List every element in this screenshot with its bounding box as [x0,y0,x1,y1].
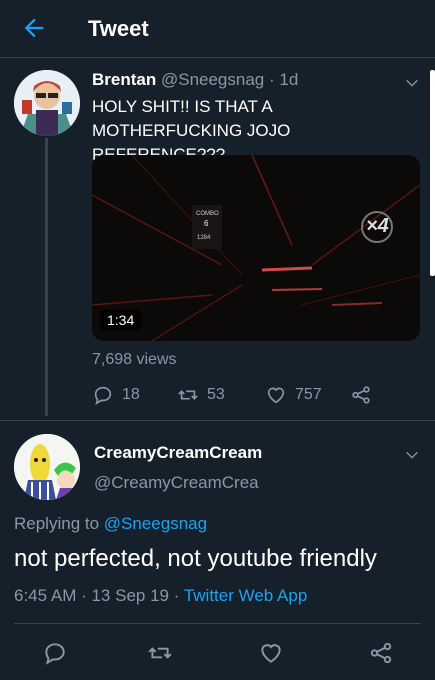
retweet-button[interactable]: 53 [177,384,225,406]
mention-link[interactable]: @Sneegsnag [104,514,207,533]
author-name[interactable]: CreamyCreamCream [94,443,262,463]
heart-icon[interactable] [258,640,284,666]
avatar[interactable] [14,70,80,136]
author-handle[interactable]: @Sneegsnag [161,70,264,89]
share-button[interactable] [350,384,372,406]
author-handle[interactable]: @CreamyCreamCrea [94,473,259,493]
like-button[interactable]: 757 [265,384,322,406]
replying-prefix: Replying to [14,514,100,533]
chevron-down-icon[interactable] [404,75,420,91]
retweet-icon[interactable] [147,640,173,666]
reply-count: 18 [122,386,140,403]
avatar[interactable] [14,434,80,500]
combo-label: COMBO [196,211,219,217]
scrollbar[interactable] [430,70,435,276]
tweet-actions [0,640,435,668]
reply-icon[interactable] [42,640,68,666]
top-bar: Tweet [0,0,435,58]
score-value: 1284 [197,235,211,241]
chevron-down-icon[interactable] [404,447,420,463]
reply-icon [94,386,112,405]
tweet-time: · 1d [268,70,299,89]
retweet-icon [178,390,198,400]
tweet-metadata: 6:45 AM · 13 Sep 19 · Twitter Web App [14,586,307,606]
replying-to: Replying to @Sneegsnag [14,514,207,534]
share-icon [352,386,370,404]
divider [14,623,421,624]
share-icon[interactable] [368,640,394,666]
like-count: 757 [295,386,322,403]
tweet-text: not perfected, not youtube friendly [14,545,377,572]
tweet-header: Brentan @Sneegsnag · 1d [92,70,298,90]
combo-value: 6 [204,219,209,228]
retweet-count: 53 [207,386,225,403]
source-app-link[interactable]: Twitter Web App [184,586,307,605]
page-title: Tweet [88,16,149,41]
back-arrow-icon[interactable] [20,14,48,42]
tweet-actions: 18 53 757 [92,384,392,410]
timestamp: 6:45 AM · 13 Sep 19 · [14,586,180,605]
video-duration: 1:34 [100,309,142,331]
heart-icon [267,387,285,404]
reply-button[interactable]: 18 [92,384,140,406]
video-player[interactable]: COMBO 6 1284 ×4 1:34 [92,155,420,341]
multiplier-value: ×4 [366,215,389,237]
thread-line [45,138,48,416]
view-count: 7,698 views [92,351,177,368]
divider [0,420,435,421]
author-name[interactable]: Brentan [92,70,156,89]
